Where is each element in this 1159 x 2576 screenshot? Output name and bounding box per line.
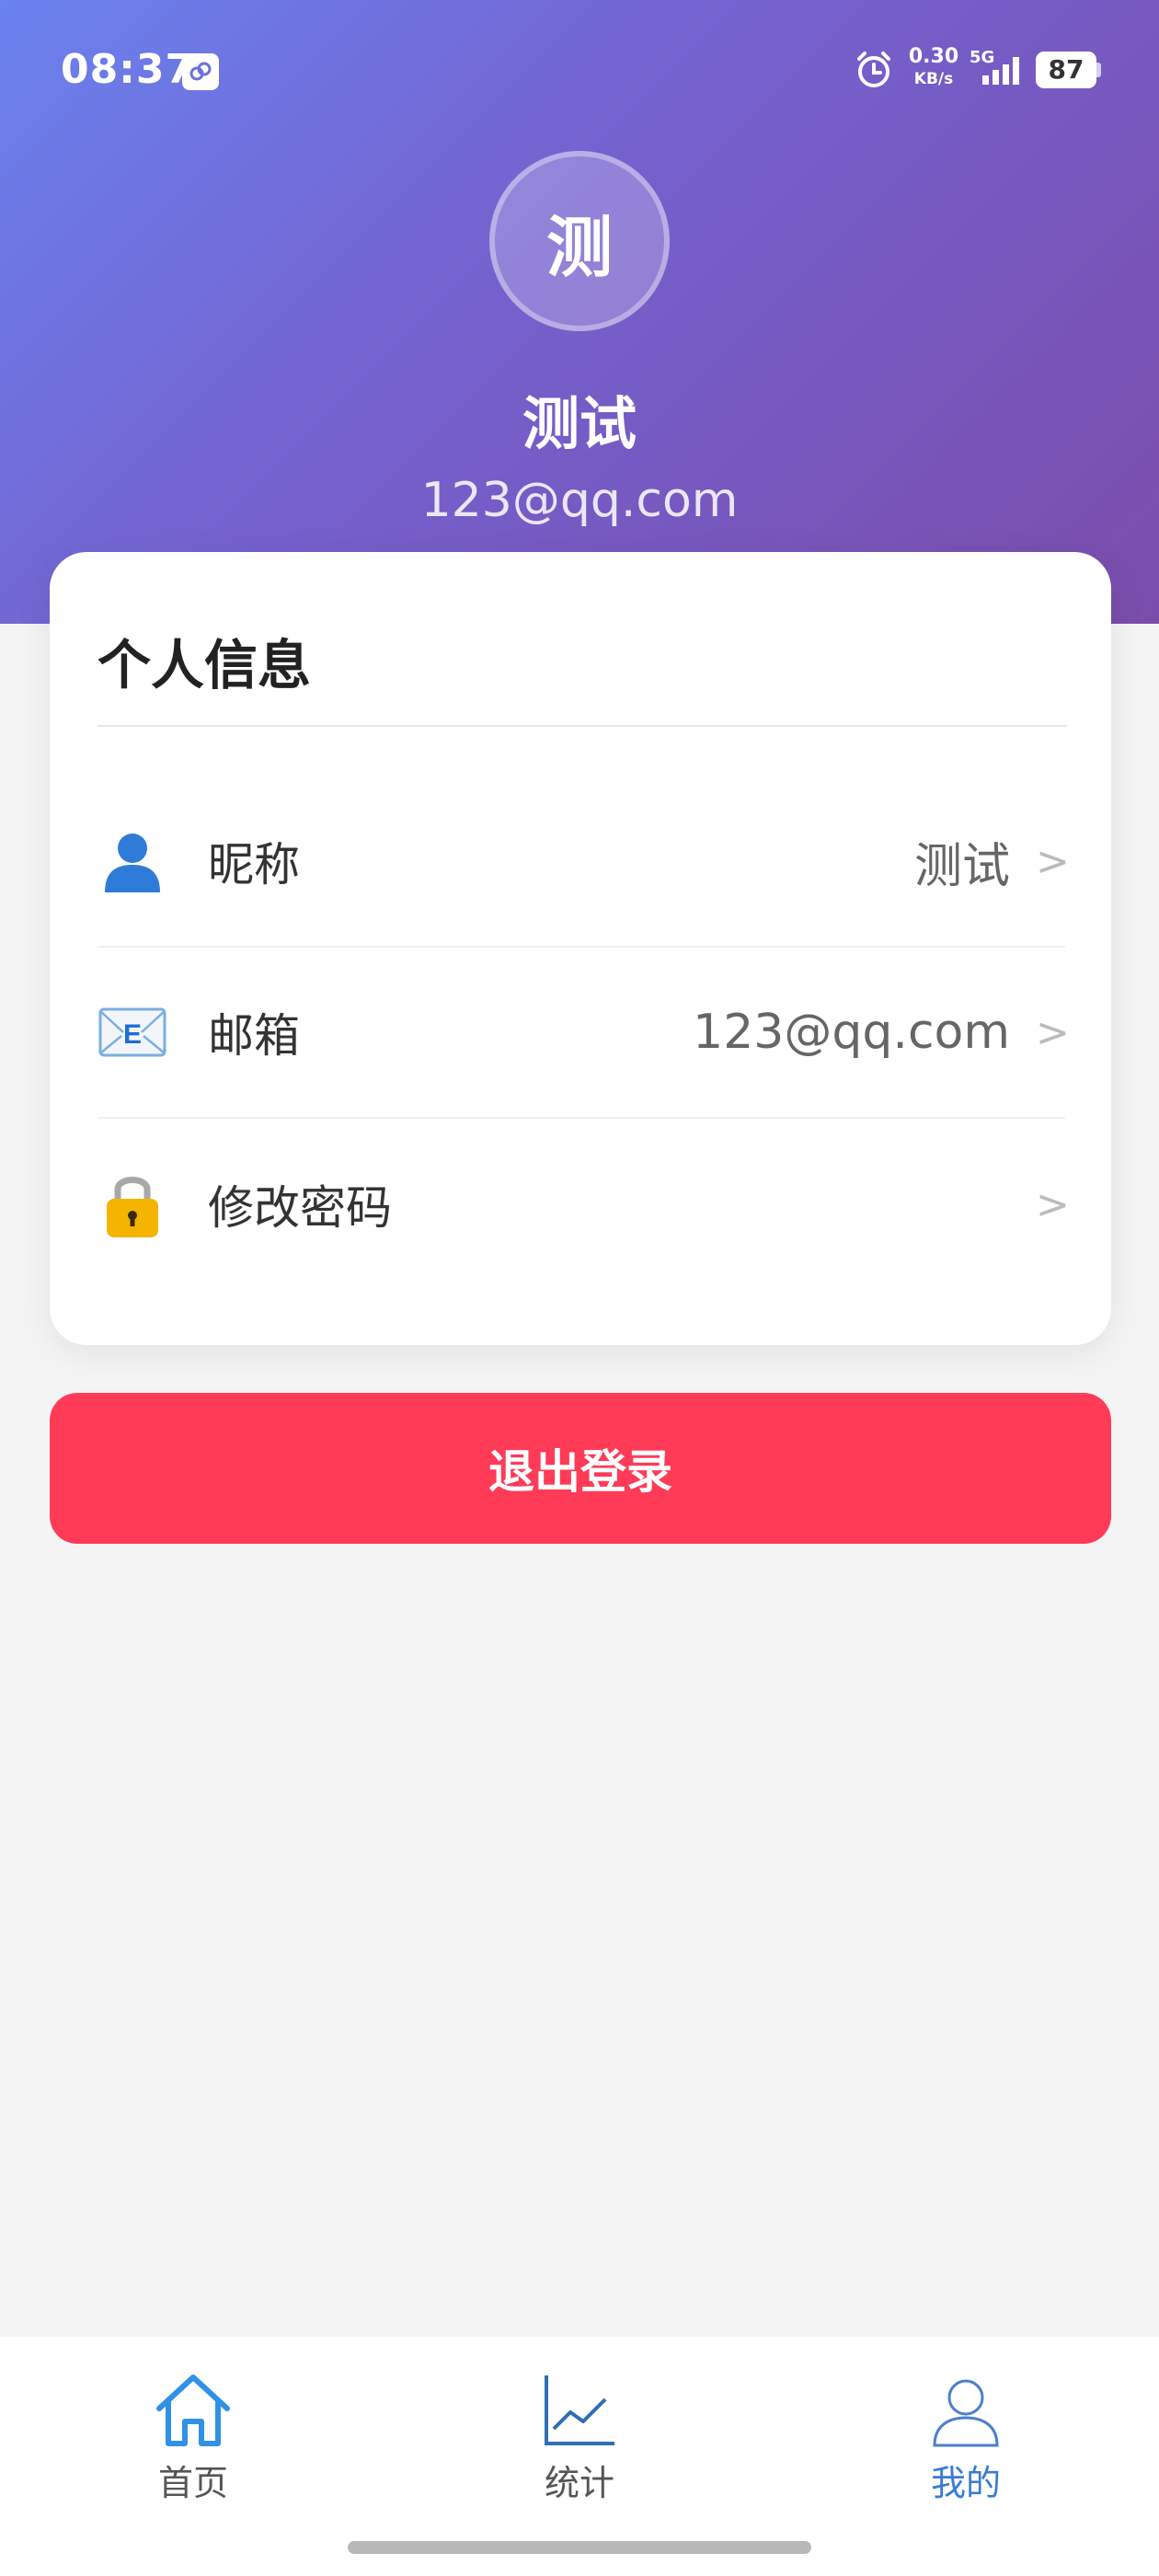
app-notification-icon bbox=[182, 53, 219, 90]
nav-home[interactable]: 首页 bbox=[101, 2364, 285, 2503]
net-speed-unit: KB/s bbox=[913, 70, 954, 88]
net-speed: 0.30 KB/s bbox=[907, 46, 960, 90]
nav-profile-label: 我的 bbox=[930, 2463, 1001, 2503]
status-bar: 08:37 0.30 KB/s 5G 87 bbox=[0, 37, 1159, 110]
signal-icon bbox=[982, 57, 1019, 85]
personal-info-card: 个人信息 昵称 测试 > E 邮箱 123@qq.com > 修改密码 > bbox=[50, 552, 1111, 1345]
battery-indicator: 87 bbox=[1036, 52, 1096, 88]
home-icon bbox=[101, 2364, 285, 2449]
nav-stats-label: 统计 bbox=[544, 2463, 614, 2503]
svg-text:E: E bbox=[123, 1019, 142, 1050]
change-password-row[interactable]: 修改密码 > bbox=[98, 1119, 1070, 1290]
email-value: 123@qq.com bbox=[693, 1005, 1010, 1060]
chart-icon bbox=[488, 2364, 671, 2449]
user-email: 123@qq.com bbox=[420, 473, 739, 528]
email-icon: E bbox=[98, 997, 167, 1067]
section-title: 个人信息 bbox=[98, 552, 1067, 727]
bottom-nav: 首页 统计 我的 bbox=[0, 2337, 1159, 2576]
chevron-right-icon: > bbox=[1036, 837, 1070, 885]
net-speed-value: 0.30 bbox=[908, 45, 959, 68]
nickname-row[interactable]: 昵称 测试 > bbox=[98, 776, 1070, 948]
change-password-label: 修改密码 bbox=[208, 1181, 392, 1235]
avatar[interactable]: 测 bbox=[489, 151, 670, 331]
home-indicator[interactable] bbox=[348, 2541, 811, 2554]
nickname-label: 昵称 bbox=[208, 838, 300, 891]
nickname-value: 测试 bbox=[913, 838, 1010, 894]
nav-home-label: 首页 bbox=[157, 2463, 228, 2503]
status-time: 08:37 bbox=[61, 46, 195, 93]
chevron-right-icon: > bbox=[1036, 1008, 1070, 1056]
person-icon bbox=[98, 826, 167, 896]
profile-header: 08:37 0.30 KB/s 5G 87 测 测试 123@qq.com bbox=[0, 0, 1159, 624]
user-name: 测试 bbox=[522, 390, 637, 457]
lock-icon bbox=[98, 1169, 167, 1239]
email-label: 邮箱 bbox=[208, 1009, 300, 1063]
alarm-icon bbox=[857, 52, 890, 87]
nav-stats[interactable]: 统计 bbox=[488, 2364, 671, 2503]
chevron-right-icon: > bbox=[1036, 1180, 1070, 1228]
email-row[interactable]: E 邮箱 123@qq.com > bbox=[98, 948, 1070, 1119]
profile-icon bbox=[874, 2364, 1058, 2449]
nav-profile[interactable]: 我的 bbox=[874, 2364, 1058, 2503]
battery-tip bbox=[1096, 63, 1101, 77]
logout-button[interactable]: 退出登录 bbox=[50, 1393, 1111, 1544]
